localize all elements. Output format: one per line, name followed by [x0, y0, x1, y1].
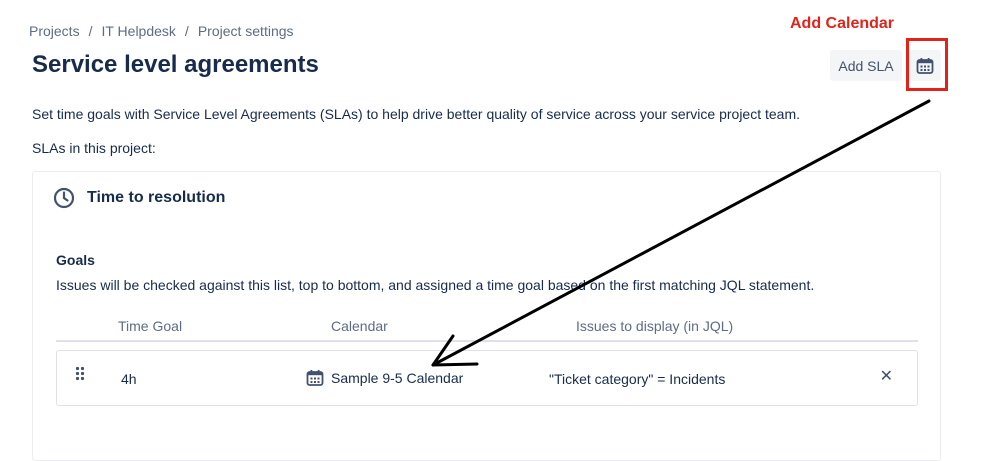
breadcrumb-projects[interactable]: Projects — [29, 23, 80, 39]
breadcrumb: Projects / IT Helpdesk / Project setting… — [29, 23, 294, 39]
page-description: Set time goals with Service Level Agreem… — [32, 106, 801, 122]
goal-calendar[interactable]: Sample 9-5 Calendar — [306, 369, 463, 387]
column-header-time-goal: Time Goal — [118, 318, 183, 334]
goals-description: Issues will be checked against this list… — [56, 277, 815, 293]
calendar-icon — [306, 370, 324, 386]
goal-row[interactable]: 4h Sample 9-5 Calendar "Ticket category"… — [56, 350, 918, 406]
column-header-calendar: Calendar — [331, 318, 388, 334]
annotation-highlight-box — [906, 38, 948, 91]
table-header-divider — [56, 340, 918, 342]
goal-jql: "Ticket category" = Incidents — [549, 371, 726, 387]
goal-time: 4h — [121, 371, 137, 387]
close-icon[interactable]: ✕ — [880, 366, 893, 386]
add-sla-button[interactable]: Add SLA — [830, 50, 902, 81]
sla-card-header: Time to resolution — [53, 187, 225, 209]
column-header-jql: Issues to display (in JQL) — [576, 318, 734, 334]
goal-calendar-name: Sample 9-5 Calendar — [331, 370, 464, 386]
clock-icon — [53, 187, 75, 209]
breadcrumb-project-settings[interactable]: Project settings — [198, 23, 294, 39]
annotation-label: Add Calendar — [790, 15, 895, 32]
breadcrumb-it-helpdesk[interactable]: IT Helpdesk — [101, 23, 175, 39]
breadcrumb-separator: / — [88, 23, 93, 39]
breadcrumb-separator: / — [184, 23, 189, 39]
drag-handle-icon[interactable] — [75, 366, 85, 382]
page-title: Service level agreements — [32, 51, 319, 78]
sla-card: Time to resolution Goals Issues will be … — [32, 171, 941, 461]
sla-name: Time to resolution — [87, 189, 226, 206]
goals-heading: Goals — [56, 252, 95, 268]
slas-label: SLAs in this project: — [32, 140, 156, 156]
